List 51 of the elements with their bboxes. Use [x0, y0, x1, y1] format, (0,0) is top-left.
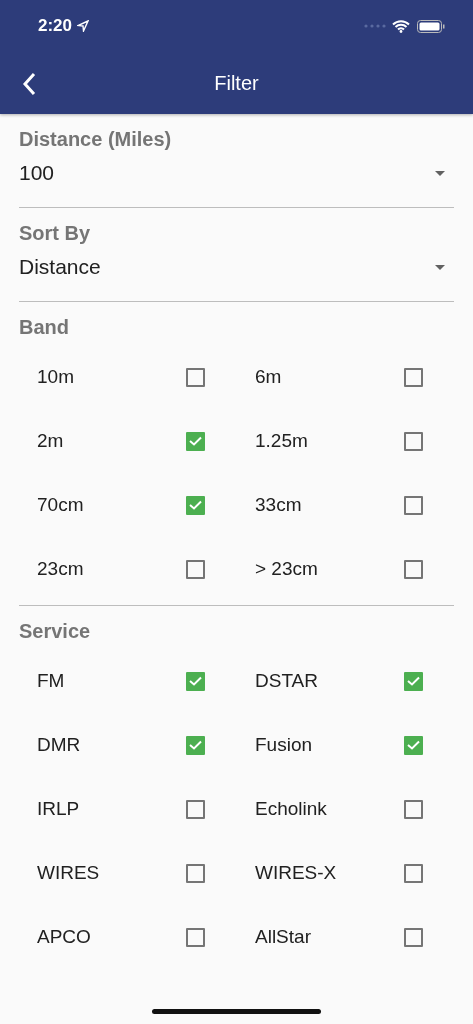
- option-label: IRLP: [37, 798, 81, 820]
- option-label: Echolink: [255, 798, 328, 820]
- dropdown[interactable]: 100: [19, 151, 454, 207]
- wifi-icon: [392, 19, 410, 33]
- checkbox[interactable]: [186, 863, 205, 883]
- checkbox[interactable]: [186, 671, 205, 691]
- dropdown-arrow-icon: [435, 170, 445, 176]
- checkbox[interactable]: [186, 559, 205, 579]
- option-label: 2m: [37, 430, 65, 452]
- checkbox[interactable]: [186, 495, 205, 515]
- checkbox[interactable]: [404, 431, 423, 451]
- option-label: Fusion: [255, 734, 314, 756]
- chevron-left-icon: [22, 72, 36, 96]
- option-label: > 23cm: [255, 558, 319, 580]
- field-label: Distance (Miles): [19, 128, 173, 151]
- checkbox[interactable]: [186, 735, 205, 755]
- checkbox[interactable]: [404, 559, 423, 579]
- checkbox[interactable]: [404, 735, 423, 755]
- checkbox[interactable]: [404, 863, 423, 883]
- location-icon: [77, 20, 90, 32]
- option-label: AllStar: [255, 926, 312, 948]
- checkbox[interactable]: [404, 799, 423, 819]
- option-label: WIRES: [37, 862, 101, 884]
- option-label: DMR: [37, 734, 82, 756]
- checkbox[interactable]: [186, 799, 205, 819]
- status-time: 2:20: [38, 16, 73, 36]
- group-label: Service: [19, 620, 92, 643]
- dropdown-arrow-icon: [435, 264, 445, 270]
- option-label: 33cm: [255, 494, 303, 516]
- option-label: 1.25m: [255, 430, 309, 452]
- checkbox[interactable]: [404, 927, 423, 947]
- field-label: Sort By: [19, 222, 92, 245]
- option-label: DSTAR: [255, 670, 319, 692]
- checkbox[interactable]: [186, 431, 205, 451]
- option-label: 70cm: [37, 494, 85, 516]
- checkbox[interactable]: [404, 671, 423, 691]
- dropdown[interactable]: Distance: [19, 245, 454, 301]
- option-label: WIRES-X: [255, 862, 338, 884]
- checkbox[interactable]: [404, 495, 423, 515]
- option-label: APCO: [37, 926, 92, 948]
- signal-icon: [364, 24, 386, 28]
- battery-icon: [417, 19, 445, 33]
- checkbox[interactable]: [186, 367, 205, 387]
- group-label: Band: [19, 316, 70, 339]
- checkbox[interactable]: [186, 927, 205, 947]
- option-label: FM: [37, 670, 66, 692]
- screen-title: Filter: [213, 71, 260, 95]
- option-label: 10m: [37, 366, 75, 388]
- option-label: 23cm: [37, 558, 85, 580]
- option-label: 6m: [255, 366, 283, 388]
- checkbox[interactable]: [404, 367, 423, 387]
